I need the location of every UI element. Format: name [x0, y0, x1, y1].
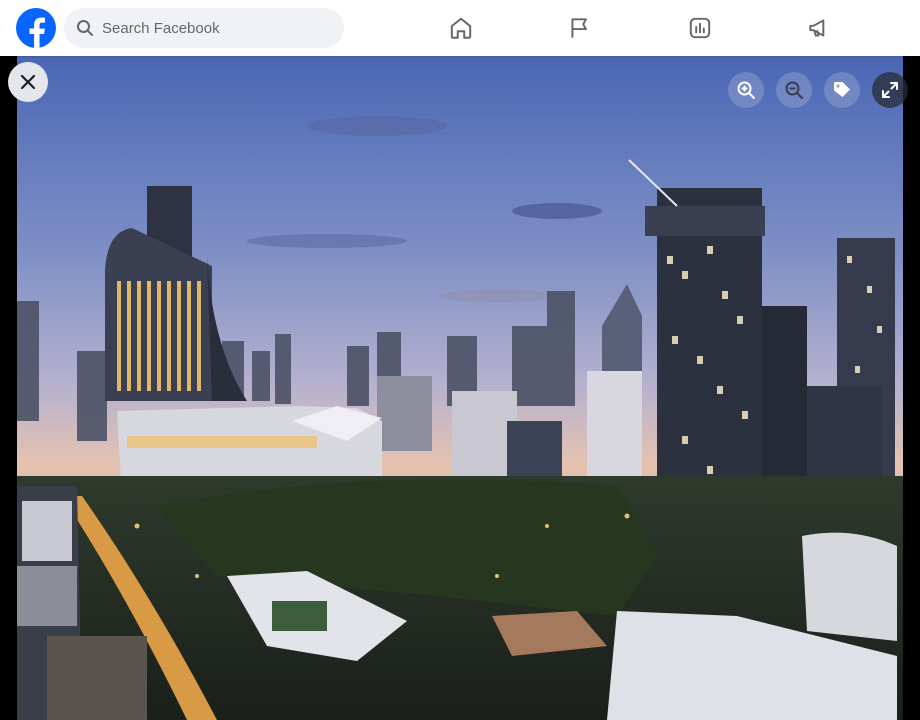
search-input[interactable] [100, 18, 334, 38]
tag-photo-button[interactable] [824, 72, 860, 108]
home-icon[interactable] [445, 12, 477, 44]
close-button[interactable] [8, 62, 48, 102]
top-navigation-bar [0, 0, 920, 56]
fullscreen-button[interactable] [872, 72, 908, 108]
zoom-out-button[interactable] [776, 72, 812, 108]
search-box[interactable] [64, 8, 344, 48]
fullscreen-icon [882, 82, 898, 98]
city-skyline-photo [17, 56, 903, 720]
search-icon [76, 19, 94, 37]
facebook-logo-icon[interactable] [16, 8, 56, 48]
facebook-f-glyph [29, 17, 45, 48]
tag-icon [834, 82, 850, 97]
close-icon [20, 74, 36, 90]
photo-viewer [0, 56, 920, 720]
photo-image[interactable] [17, 56, 903, 720]
ads-manager-icon[interactable] [684, 12, 716, 44]
zoom-out-icon [785, 81, 803, 99]
pages-flag-icon[interactable] [564, 12, 596, 44]
megaphone-icon[interactable] [803, 12, 835, 44]
zoom-in-icon [737, 81, 755, 99]
zoom-in-button[interactable] [728, 72, 764, 108]
